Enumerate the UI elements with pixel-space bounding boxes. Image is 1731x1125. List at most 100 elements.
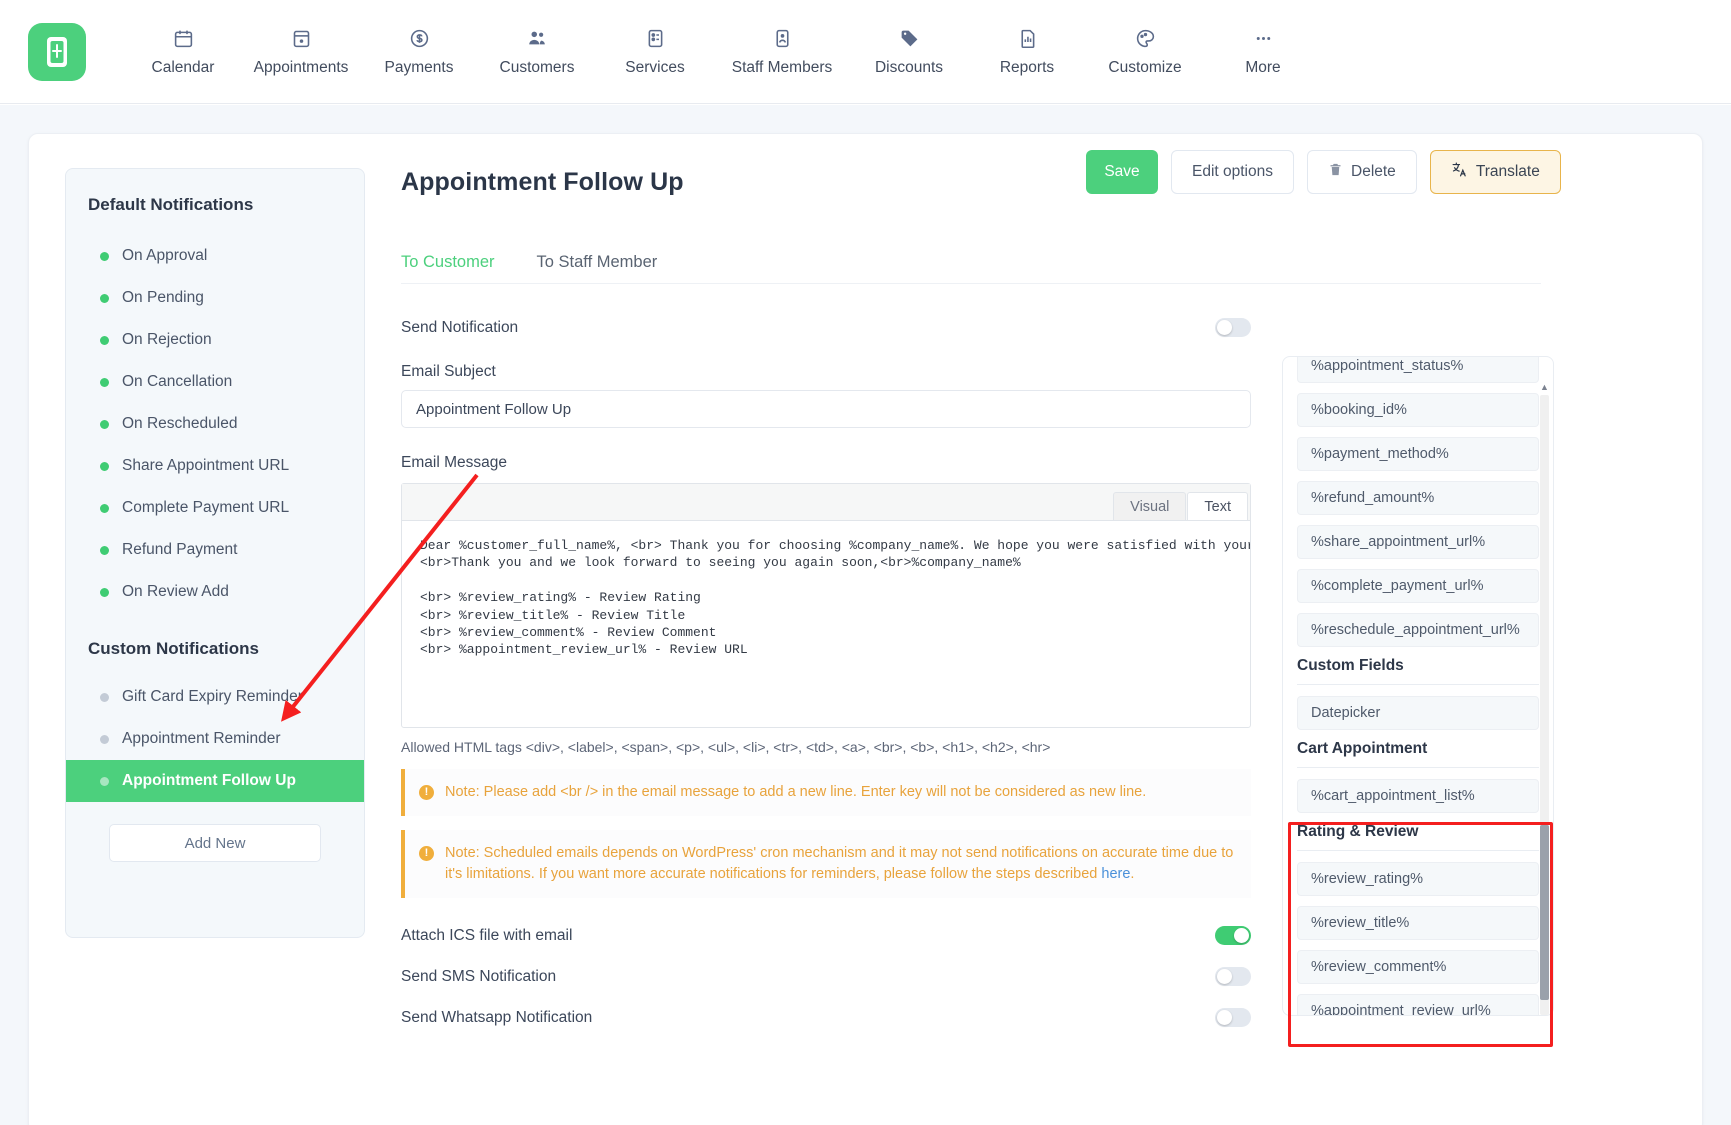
attach-ics-row: Attach ICS file with email [401, 926, 1251, 945]
status-dot-icon [100, 587, 109, 597]
delete-label: Delete [1351, 163, 1396, 180]
nav-item-reports[interactable]: Reports [968, 26, 1086, 77]
sidebar-item-refund-payment[interactable]: Refund Payment [66, 529, 364, 571]
scrollbar-thumb[interactable] [1540, 825, 1549, 1000]
note-cron: ! Note: Scheduled emails depends on Word… [401, 830, 1251, 898]
status-dot-icon [100, 419, 109, 429]
nav-label: Services [625, 59, 685, 76]
token-panel-scrollbar[interactable] [1540, 395, 1549, 1015]
note-new-line: ! Note: Please add <br /> in the email m… [401, 769, 1251, 816]
sidebar-item-on-cancellation[interactable]: On Cancellation [66, 361, 364, 403]
editor-tab-visual[interactable]: Visual [1113, 492, 1187, 520]
send-whatsapp-toggle[interactable] [1215, 1008, 1251, 1027]
note-text-after: . [1130, 866, 1135, 882]
nav-label: Customize [1108, 59, 1182, 76]
token-review-title[interactable]: %review_title% [1297, 906, 1539, 940]
appointments-icon [291, 26, 312, 50]
status-dot-icon [100, 503, 109, 513]
nav-item-services[interactable]: Services [596, 26, 714, 77]
recipient-tabs: To Customer To Staff Member [401, 253, 1541, 284]
token-group-rating-review: Rating & Review [1297, 823, 1539, 851]
sidebar-item-label: On Rejection [122, 331, 212, 348]
notifications-sidebar: Default Notifications On Approval On Pen… [65, 168, 365, 938]
token-payment-method[interactable]: %payment_method% [1297, 437, 1539, 471]
nav-label: More [1245, 59, 1281, 76]
page-title: Appointment Follow Up [401, 168, 684, 196]
translate-icon [1451, 161, 1468, 183]
token-cart-appointment-list[interactable]: %cart_appointment_list% [1297, 779, 1539, 813]
top-navigation-bar: Calendar Appointments Payments Customers [0, 0, 1731, 104]
note-text: Note: Scheduled emails depends on WordPr… [445, 843, 1235, 885]
message-line: Dear %customer_full_name%, <br> Thank yo… [420, 538, 1250, 553]
send-sms-toggle[interactable] [1215, 967, 1251, 986]
send-whatsapp-label: Send Whatsapp Notification [401, 1008, 593, 1026]
send-sms-label: Send SMS Notification [401, 967, 557, 985]
nav-label: Reports [999, 59, 1055, 76]
token-review-rating[interactable]: %review_rating% [1297, 862, 1539, 896]
sidebar-item-label: Appointment Reminder [122, 730, 281, 747]
email-subject-input[interactable] [401, 390, 1251, 428]
tab-to-staff-member[interactable]: To Staff Member [537, 253, 658, 284]
token-datepicker[interactable]: Datepicker [1297, 696, 1539, 730]
editor-tab-text[interactable]: Text [1187, 492, 1248, 520]
token-refund-amount[interactable]: %refund_amount% [1297, 481, 1539, 515]
cron-help-link[interactable]: here [1101, 866, 1130, 882]
nav-item-calendar[interactable]: Calendar [124, 26, 242, 77]
shortcode-token-panel[interactable]: %appointment_status% %booking_id% %payme… [1282, 356, 1554, 1016]
message-line: <br> %review_comment% - Review Comment [420, 625, 717, 641]
send-notification-toggle[interactable] [1215, 318, 1251, 337]
token-share-appointment-url[interactable]: %share_appointment_url% [1297, 525, 1539, 559]
translate-button[interactable]: Translate [1429, 150, 1561, 194]
send-notification-row: Send Notification [401, 318, 1251, 337]
token-reschedule-appointment-url[interactable]: %reschedule_appointment_url% [1297, 613, 1539, 647]
delete-button[interactable]: Delete [1307, 150, 1417, 194]
status-dot-icon [100, 776, 109, 786]
nav-item-staff-members[interactable]: Staff Members [714, 26, 850, 77]
sidebar-item-appointment-follow-up[interactable]: Appointment Follow Up [66, 760, 364, 802]
sidebar-item-on-rejection[interactable]: On Rejection [66, 319, 364, 361]
sidebar-item-appointment-reminder[interactable]: Appointment Reminder [66, 718, 364, 760]
sidebar-item-label: On Pending [122, 289, 204, 306]
sidebar-item-on-approval[interactable]: On Approval [66, 235, 364, 277]
sidebar-item-complete-payment-url[interactable]: Complete Payment URL [66, 487, 364, 529]
sidebar-item-label: On Rescheduled [122, 415, 238, 432]
email-message-textarea[interactable]: Dear %customer_full_name%, <br> Thank yo… [402, 521, 1250, 727]
nav-item-more[interactable]: More [1204, 26, 1322, 77]
sidebar-item-label: On Approval [122, 247, 208, 264]
sidebar-item-share-appointment-url[interactable]: Share Appointment URL [66, 445, 364, 487]
nav-label: Appointments [253, 59, 349, 76]
status-dot-icon [100, 692, 109, 702]
palette-icon [1135, 26, 1156, 50]
notifications-page-card: Default Notifications On Approval On Pen… [28, 133, 1703, 1125]
nav-item-customize[interactable]: Customize [1086, 26, 1204, 77]
token-booking-id[interactable]: %booking_id% [1297, 393, 1539, 427]
nav-item-customers[interactable]: Customers [478, 26, 596, 77]
email-message-editor: Visual Text Dear %customer_full_name%, <… [401, 483, 1251, 728]
attach-ics-toggle[interactable] [1215, 926, 1251, 945]
scroll-up-arrow-icon[interactable]: ▲ [1540, 381, 1549, 393]
token-complete-payment-url[interactable]: %complete_payment_url% [1297, 569, 1539, 603]
sidebar-item-on-pending[interactable]: On Pending [66, 277, 364, 319]
app-logo[interactable] [28, 22, 86, 81]
nav-label: Customers [499, 59, 575, 76]
token-appointment-review-url[interactable]: %appointment_review_url% [1297, 994, 1539, 1015]
allowed-html-tags-text: Allowed HTML tags <div>, <label>, <span>… [401, 739, 1051, 755]
add-new-button[interactable]: Add New [109, 824, 321, 862]
sidebar-item-on-review-add[interactable]: On Review Add [66, 571, 364, 613]
report-icon [1017, 26, 1038, 50]
token-appointment-status[interactable]: %appointment_status% [1297, 357, 1539, 383]
info-icon: ! [419, 785, 434, 800]
dollar-icon [409, 26, 430, 50]
sidebar-item-gift-card-expiry-reminder[interactable]: Gift Card Expiry Reminder [66, 676, 364, 718]
page-background: Default Notifications On Approval On Pen… [0, 105, 1731, 1125]
tab-to-customer[interactable]: To Customer [401, 253, 495, 284]
nav-item-payments[interactable]: Payments [360, 26, 478, 77]
sidebar-item-on-rescheduled[interactable]: On Rescheduled [66, 403, 364, 445]
send-sms-row: Send SMS Notification [401, 967, 1251, 986]
nav-item-appointments[interactable]: Appointments [242, 26, 360, 77]
message-line: <br> %appointment_review_url% - Review U… [420, 642, 748, 658]
token-review-comment[interactable]: %review_comment% [1297, 950, 1539, 984]
nav-item-discounts[interactable]: Discounts [850, 26, 968, 77]
staff-icon [772, 26, 793, 50]
services-icon [645, 26, 666, 50]
